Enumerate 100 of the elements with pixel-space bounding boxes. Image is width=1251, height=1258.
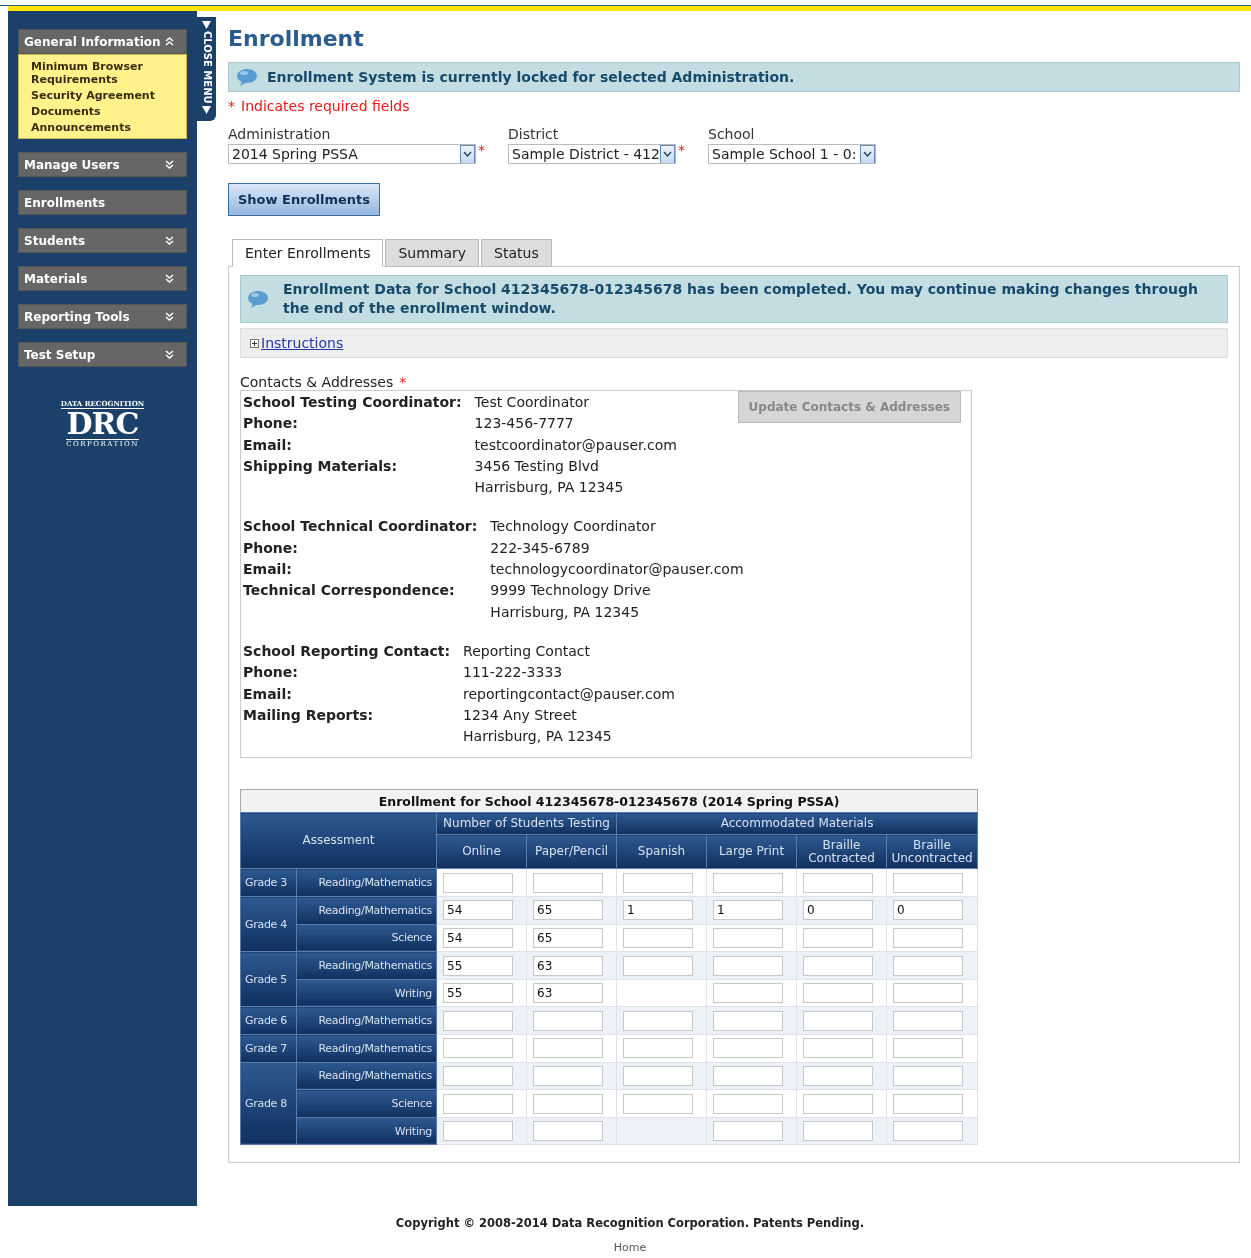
input-field[interactable] [533,1038,603,1059]
input-field[interactable] [713,1065,783,1086]
contact-value: 123-456-7777 [474,414,575,434]
show-enrollments-button[interactable]: Show Enrollments [228,183,381,216]
menu-section-label: Students [24,233,86,248]
input-field[interactable] [443,1093,513,1114]
dropdown[interactable]: Sample District - 412 [508,144,676,164]
menu-section-header[interactable]: Enrollments [18,190,187,215]
input-field[interactable]: 63 [533,955,603,976]
dropdown[interactable]: 2014 Spring PSSA [228,144,476,164]
close-menu-tab[interactable]: CLOSE MENU [197,17,216,121]
input-field[interactable] [443,1038,513,1059]
input-field[interactable] [623,1038,693,1059]
column-header: Paper/Pencil [526,834,617,869]
input-field[interactable] [533,872,603,893]
contact-label: Email: [243,560,293,580]
contact-label: School Testing Coordinator: [243,393,462,412]
input-field[interactable] [713,955,783,976]
input-field[interactable] [893,955,963,976]
input-field[interactable] [803,1038,873,1059]
dropdown[interactable]: Sample School 1 - 0: [708,144,876,164]
input-field[interactable]: 65 [533,927,603,948]
field-label: School [708,126,756,142]
submenu-item[interactable]: Minimum Browser Requirements [31,60,174,86]
contact-label: Phone: [243,538,299,558]
input-field[interactable] [533,1065,603,1086]
input-field[interactable] [713,927,783,948]
input-field[interactable]: 63 [533,983,603,1004]
input-field[interactable] [713,872,783,893]
input-field[interactable] [803,1010,873,1031]
column-header: Braille Contracted [796,834,887,869]
required-asterisk: * [478,144,485,156]
input-field[interactable] [713,983,783,1004]
input-field[interactable]: 1 [713,900,783,921]
row-header: Grade 6 [240,1006,297,1035]
menu-section-header[interactable]: Manage Users [18,152,187,177]
required-asterisk: * [678,144,685,156]
input-field[interactable] [443,1010,513,1031]
input-field[interactable] [443,1121,513,1142]
input-field[interactable] [803,1065,873,1086]
input-field[interactable]: 1 [623,900,693,921]
contact-value: 3456 Testing Blvd [474,456,600,476]
input-field[interactable] [893,1010,963,1031]
input-field[interactable] [713,1038,783,1059]
input-field[interactable] [803,872,873,893]
submenu-item[interactable]: Announcements [31,121,174,134]
submenu-item[interactable]: Security Agreement [31,89,174,102]
input-field[interactable] [893,872,963,893]
expand-icon[interactable] [250,338,259,348]
input-field[interactable] [623,955,693,976]
input-field[interactable] [803,1093,873,1114]
tab[interactable]: Summary [385,239,480,267]
input-field[interactable] [533,1093,603,1114]
input-field[interactable] [893,1038,963,1059]
instructions-link[interactable]: Instructions [261,335,344,351]
menu-section-header[interactable]: Reporting Tools [18,304,187,329]
input-field[interactable] [623,1093,693,1114]
input-field[interactable] [623,1065,693,1086]
input-field[interactable] [623,1010,693,1031]
input-field[interactable] [803,955,873,976]
input-field[interactable]: 0 [803,900,873,921]
column-header: Assessment [240,812,437,869]
input-field[interactable] [623,872,693,893]
input-field[interactable]: 0 [893,900,963,921]
tab[interactable]: Status [481,239,552,267]
input-field[interactable] [713,1093,783,1114]
contact-label: Email: [243,435,293,455]
submenu-item[interactable]: Documents [31,105,174,118]
input-field[interactable] [893,1065,963,1086]
triangle-icon [202,21,211,29]
input-field[interactable]: 54 [443,927,513,948]
input-field[interactable] [893,983,963,1004]
menu-section-label: Enrollments [24,195,106,210]
input-field[interactable] [803,927,873,948]
input-field[interactable] [713,1121,783,1142]
home-link[interactable]: Home [613,1241,647,1254]
input-field[interactable] [533,1010,603,1031]
input-field[interactable] [623,927,693,948]
input-field[interactable]: 65 [533,900,603,921]
input-field[interactable] [893,927,963,948]
menu-section-header[interactable]: Materials [18,266,187,291]
input-field[interactable] [803,1121,873,1142]
row-header: Reading/Mathematics [296,1034,437,1063]
input-field[interactable] [713,1010,783,1031]
menu-section-header[interactable]: Students [18,228,187,253]
row-header: Grade 8 [240,1062,297,1145]
input-field[interactable] [533,1121,603,1142]
caret-icon [663,149,672,159]
input-field[interactable] [893,1093,963,1114]
tab[interactable]: Enter Enrollments [232,239,384,267]
input-field[interactable]: 55 [443,955,513,976]
menu-section-header[interactable]: General Information [18,29,187,54]
menu-section-header[interactable]: Test Setup [18,342,187,367]
input-field[interactable] [443,1065,513,1086]
input-field[interactable]: 55 [443,983,513,1004]
input-field[interactable] [893,1121,963,1142]
input-field[interactable] [803,983,873,1004]
input-field[interactable]: 54 [443,900,513,921]
contact-value: Reporting Contact [463,641,591,661]
input-field[interactable] [443,872,513,893]
